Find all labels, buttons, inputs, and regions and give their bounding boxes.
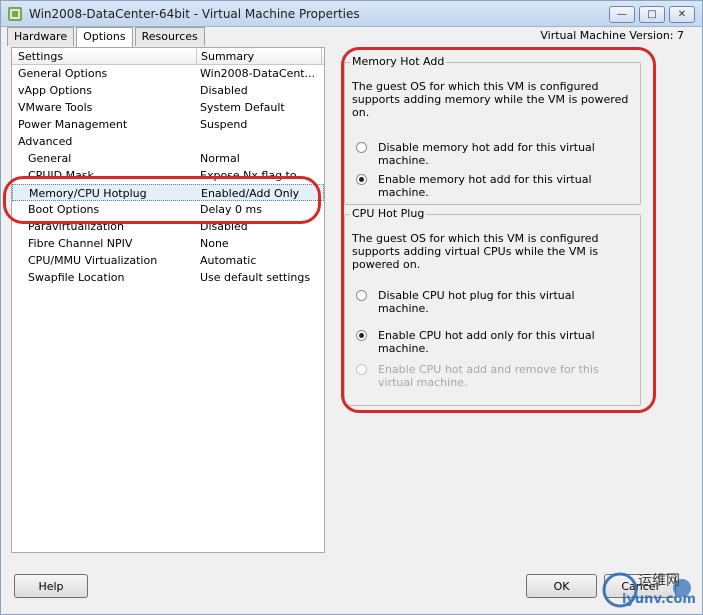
row-setting: CPU/MMU Virtualization xyxy=(28,254,158,267)
cpu-hot-plug-title: CPU Hot Plug xyxy=(350,207,427,220)
radio-label: Disable memory hot add for this virtual … xyxy=(378,141,595,167)
list-row-vapp-options[interactable]: vApp Options Disabled xyxy=(12,82,324,99)
radio-selected-icon xyxy=(356,174,367,185)
row-setting: Paravirtualization xyxy=(28,220,124,233)
title-bar[interactable]: Win2008-DataCenter-64bit - Virtual Machi… xyxy=(1,1,702,27)
row-summary: Automatic xyxy=(200,254,257,267)
radio-label: Disable CPU hot plug for this virtual ma… xyxy=(378,289,575,315)
row-summary: Disabled xyxy=(200,84,248,97)
list-row-swapfile-location[interactable]: Swapfile Location Use default settings xyxy=(12,269,324,286)
row-summary: Use default settings xyxy=(200,271,311,284)
minimize-icon: — xyxy=(617,9,627,20)
tab-options[interactable]: Options xyxy=(76,27,133,47)
disable-cpu-hot-plug-radio[interactable]: Disable CPU hot plug for this virtual ma… xyxy=(356,289,618,315)
memory-hot-add-description: The guest OS for which this VM is config… xyxy=(352,80,629,119)
row-setting: VMware Tools xyxy=(18,101,93,114)
list-row-boot-options[interactable]: Boot Options Delay 0 ms xyxy=(12,201,324,218)
list-row-general-options[interactable]: General Options Win2008-DataCent... xyxy=(12,65,324,82)
maximize-icon: □ xyxy=(647,9,657,20)
list-row-vmware-tools[interactable]: VMware Tools System Default xyxy=(12,99,324,116)
row-summary: System Default xyxy=(200,101,285,114)
memory-hot-add-group: Memory Hot Add The guest OS for which th… xyxy=(344,55,641,205)
radio-unselected-icon xyxy=(356,142,367,153)
row-summary xyxy=(199,133,317,150)
radio-label: Enable CPU hot add only for this virtual… xyxy=(378,329,595,355)
tab-strip: Hardware Options Resources xyxy=(7,27,207,47)
list-row-cpu-mmu-virtualization[interactable]: CPU/MMU Virtualization Automatic xyxy=(12,252,324,269)
settings-column-header[interactable]: Settings xyxy=(12,48,197,64)
radio-label: Enable memory hot add for this virtual m… xyxy=(378,173,592,199)
cpu-hot-plug-description: The guest OS for which this VM is config… xyxy=(352,232,599,271)
tab-hardware[interactable]: Hardware xyxy=(7,27,75,46)
row-summary: Delay 0 ms xyxy=(200,203,262,216)
list-row-power-management[interactable]: Power Management Suspend xyxy=(12,116,324,133)
minimize-button[interactable]: — xyxy=(609,6,635,23)
hotplug-settings-panel: Memory Hot Add The guest OS for which th… xyxy=(339,47,654,409)
radio-selected-icon xyxy=(356,330,367,341)
enable-cpu-hot-add-remove-radio: Enable CPU hot add and remove for this v… xyxy=(356,363,618,389)
enable-memory-hot-add-radio[interactable]: Enable memory hot add for this virtual m… xyxy=(356,173,618,199)
row-setting: Swapfile Location xyxy=(28,271,125,284)
radio-label: Enable CPU hot add and remove for this v… xyxy=(378,363,599,389)
tab-resources[interactable]: Resources xyxy=(134,27,205,46)
list-row-paravirtualization[interactable]: Paravirtualization Disabled xyxy=(12,218,324,235)
vm-app-icon xyxy=(8,7,22,21)
maximize-button[interactable]: □ xyxy=(639,6,665,23)
row-setting: Advanced xyxy=(18,135,73,148)
radio-unselected-icon xyxy=(356,290,367,301)
watermark-text-url: iyunv.com xyxy=(622,592,696,607)
list-row-memory-cpu-hotplug[interactable]: Memory/CPU Hotplug Enabled/Add Only xyxy=(12,184,324,201)
cpu-hot-plug-group: CPU Hot Plug The guest OS for which this… xyxy=(344,207,641,406)
row-summary: Normal xyxy=(200,152,240,165)
row-setting: Power Management xyxy=(18,118,128,131)
row-summary: Expose Nx flag to ... xyxy=(200,169,311,182)
row-setting: Fibre Channel NPIV xyxy=(28,237,133,250)
row-setting: General Options xyxy=(18,67,108,80)
row-setting: CPUID Mask xyxy=(28,169,94,182)
row-setting: Memory/CPU Hotplug xyxy=(29,187,147,200)
enable-cpu-hot-add-only-radio[interactable]: Enable CPU hot add only for this virtual… xyxy=(356,329,618,355)
summary-column-header[interactable]: Summary xyxy=(197,48,322,64)
list-row-cpuid-mask[interactable]: CPUID Mask Expose Nx flag to ... xyxy=(12,167,324,184)
row-summary: Win2008-DataCent... xyxy=(200,67,316,80)
row-summary: Enabled/Add Only xyxy=(201,187,300,200)
window-title: Win2008-DataCenter-64bit - Virtual Machi… xyxy=(29,7,360,21)
memory-hot-add-title: Memory Hot Add xyxy=(350,55,447,68)
disable-memory-hot-add-radio[interactable]: Disable memory hot add for this virtual … xyxy=(356,141,618,167)
settings-list[interactable]: Settings Summary General Options Win2008… xyxy=(11,47,325,553)
close-button[interactable]: ✕ xyxy=(669,6,695,23)
row-setting: General xyxy=(28,152,72,165)
watermark-text-cn: 运维网 xyxy=(638,573,680,589)
properties-window: Win2008-DataCenter-64bit - Virtual Machi… xyxy=(0,0,703,615)
row-setting: Boot Options xyxy=(28,203,100,216)
radio-disabled-icon xyxy=(356,364,367,375)
row-summary: Disabled xyxy=(200,220,248,233)
list-row-fibre-channel-npiv[interactable]: Fibre Channel NPIV None xyxy=(12,235,324,252)
row-setting: vApp Options xyxy=(18,84,92,97)
list-header: Settings Summary xyxy=(12,48,324,65)
close-icon: ✕ xyxy=(677,9,687,20)
help-button[interactable]: Help xyxy=(14,574,88,598)
row-summary: None xyxy=(200,237,229,250)
list-row-general[interactable]: General Normal xyxy=(12,150,324,167)
list-row-advanced[interactable]: Advanced xyxy=(12,133,324,150)
site-watermark: 运维网 iyunv.com xyxy=(600,568,700,612)
vm-version-label: Virtual Machine Version: 7 xyxy=(540,29,684,42)
ok-button[interactable]: OK xyxy=(526,574,597,598)
row-summary: Suspend xyxy=(200,118,248,131)
